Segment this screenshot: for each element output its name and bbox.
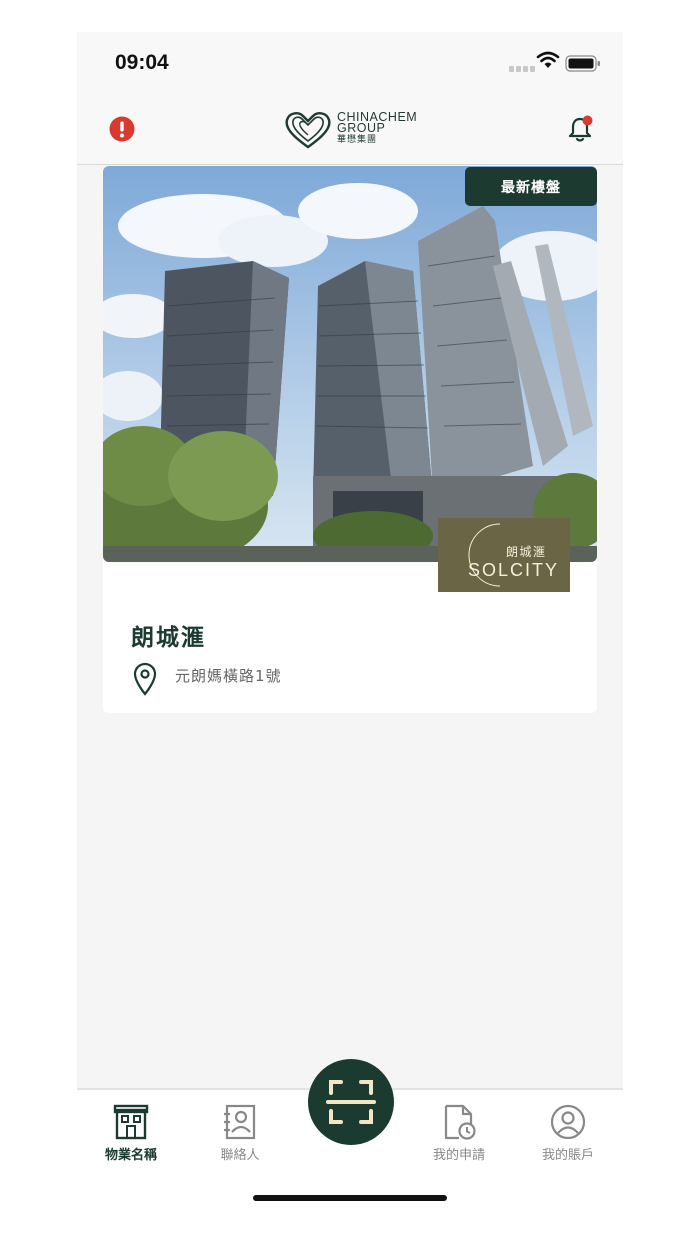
project-logo-cn: 朗城滙 [506,545,547,559]
property-card[interactable]: 最新樓盤 朗城滙 SOLCITY 朗城滙 元朗媽橫路1號 [103,166,597,713]
new-development-badge: 最新樓盤 [465,167,597,206]
battery-icon [565,55,600,72]
logo-text-en2: GROUP [337,121,386,135]
tab-account[interactable]: 我的賬戶 [523,1104,613,1164]
tab-label: 聯絡人 [220,1148,260,1163]
building-icon [113,1104,149,1140]
status-time: 09:04 [115,51,169,74]
tab-application[interactable]: 我的申請 [414,1104,504,1164]
project-logo: 朗城滙 SOLCITY [438,518,570,592]
cellular-signal-icon [509,66,535,72]
application-icon [444,1104,476,1140]
account-icon [550,1104,586,1140]
app-header: CHINACHEM GROUP 華懋集團 [77,102,623,165]
phone-screen: 09:04 CHINACHEM GROUP 華懋集團 最新樓盤 朗城滙 SOLC… [77,32,623,1212]
tab-label: 我的賬戶 [541,1148,594,1163]
notification-bell-icon[interactable] [567,114,595,144]
tab-label: 我的申請 [432,1148,485,1163]
project-address: 元朗媽橫路1號 [175,667,282,685]
alert-icon[interactable] [109,116,135,142]
wifi-icon [536,51,560,68]
tab-label: 物業名稱 [104,1148,157,1163]
project-logo-en: SOLCITY [468,560,560,580]
logo-text-cn: 華懋集團 [337,134,378,144]
tab-contacts[interactable]: 聯絡人 [195,1104,285,1164]
qr-scan-icon [326,1080,376,1124]
logo-text: CHINACHEM GROUP 華懋集團 [337,111,417,145]
location-pin-icon [133,662,157,696]
chinachem-logo: CHINACHEM GROUP 華懋集團 [283,109,419,151]
status-bar: 09:04 [77,32,623,102]
contacts-icon [224,1104,256,1140]
home-indicator [253,1195,447,1201]
tab-property[interactable]: 物業名稱 [86,1104,176,1164]
project-name: 朗城滙 [131,625,206,651]
heart-logo-icon [285,112,331,149]
scan-button[interactable] [308,1059,394,1145]
property-photo [103,166,597,562]
